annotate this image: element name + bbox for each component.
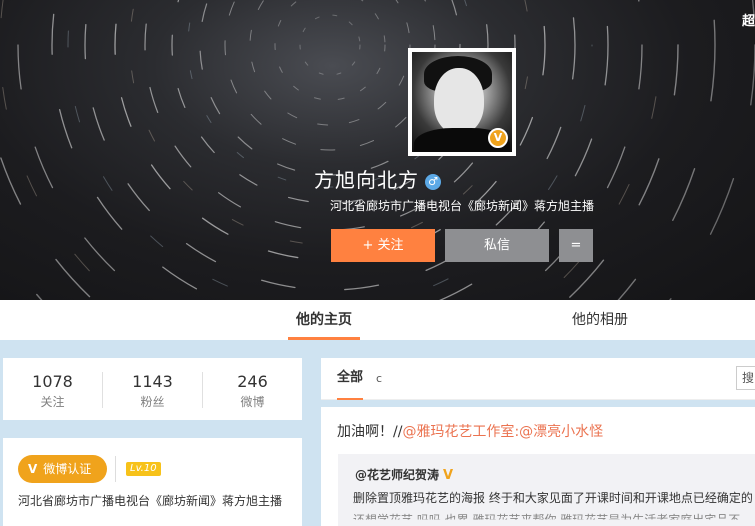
profile-cover: 超 V 方旭向北方 ♂ 河北省廊坊市广播电视台《廊坊新闻》蒋方旭主播 + 关注 私… (0, 0, 755, 300)
follow-button[interactable]: + 关注 (331, 229, 435, 262)
weibo-verified-label: 微博认证 (43, 462, 92, 476)
post-mention-link[interactable]: @雅玛花艺工作室 (402, 424, 514, 440)
feed-post: 加油啊！//@雅玛花艺工作室:@漂亮小水怪 @花艺师纪贺涛 V 删除置顶雅玛花艺的… (321, 407, 755, 526)
stat-followers[interactable]: 1143 粉丝 (103, 358, 202, 420)
repost-author[interactable]: @花艺师纪贺涛 V (355, 466, 457, 483)
post-text: 加油啊！//@雅玛花艺工作室:@漂亮小水怪 (337, 421, 603, 441)
feed-search-input[interactable]: 搜 (736, 366, 755, 390)
avatar[interactable]: V (408, 48, 516, 156)
verified-v-icon: V (443, 468, 454, 483)
stat-weibo-count: 246 (237, 372, 268, 391)
message-button[interactable]: 私信 (445, 229, 549, 262)
profile-tab-bar: 他的主页 他的相册 (0, 300, 755, 340)
tab-home[interactable]: 他的主页 (288, 300, 360, 340)
feed-tab-c[interactable]: c (376, 358, 382, 400)
feed-filter-bar: 全部 c 搜 (321, 358, 755, 400)
verification-description: 河北省廊坊市广播电视台《廊坊新闻》蒋方旭主播 (18, 494, 283, 508)
stat-followers-label: 粉丝 (140, 395, 165, 409)
verification-card: V 微博认证 Lv.10 河北省廊坊市广播电视台《廊坊新闻》蒋方旭主播 (3, 438, 302, 526)
tab-album[interactable]: 他的相册 (568, 300, 632, 340)
reposted-weibo[interactable]: @花艺师纪贺涛 V 删除置顶雅玛花艺的海报 终于和大家见面了开课时间和开课地点已经… (338, 454, 755, 526)
verified-badge-icon: V (488, 128, 508, 148)
repost-text: 删除置顶雅玛花艺的海报 终于和大家见面了开课时间和开课地点已经确定的 (353, 491, 753, 505)
stat-weibo-label: 微博 (240, 395, 265, 409)
weibo-verified-button[interactable]: V 微博认证 (18, 455, 107, 483)
feed-tab-all[interactable]: 全部 (337, 358, 364, 400)
level-badge[interactable]: Lv.10 (126, 462, 161, 476)
stat-followers-count: 1143 (132, 372, 173, 391)
repost-text-continued: 还想学花艺 吗吗 也累 雅玛花艺来帮你 雅玛花艺是为生活者家庭出宅品不 (353, 513, 741, 526)
stat-following[interactable]: 1078 关注 (3, 358, 102, 420)
header-corner-text[interactable]: 超 (742, 10, 755, 29)
stat-following-label: 关注 (40, 395, 65, 409)
profile-bio: 河北省廊坊市广播电视台《廊坊新闻》蒋方旭主播 (329, 199, 594, 213)
post-text-prefix: 加油啊！// (337, 424, 403, 440)
repost-author-name[interactable]: @花艺师纪贺涛 (355, 468, 439, 482)
male-gender-icon: ♂ (425, 174, 441, 190)
divider (115, 456, 116, 482)
more-menu-button[interactable]: = (559, 229, 593, 262)
profile-name: 方旭向北方 (314, 168, 419, 192)
post-mention-link[interactable]: @漂亮小水怪 (519, 424, 603, 440)
verified-v-icon: V (28, 462, 38, 476)
stat-weibo[interactable]: 246 微博 (203, 358, 302, 420)
profile-name-row: 方旭向北方 ♂ (0, 164, 755, 193)
stats-card: 1078 关注 1143 粉丝 246 微博 (3, 358, 302, 420)
stat-following-count: 1078 (32, 372, 73, 391)
